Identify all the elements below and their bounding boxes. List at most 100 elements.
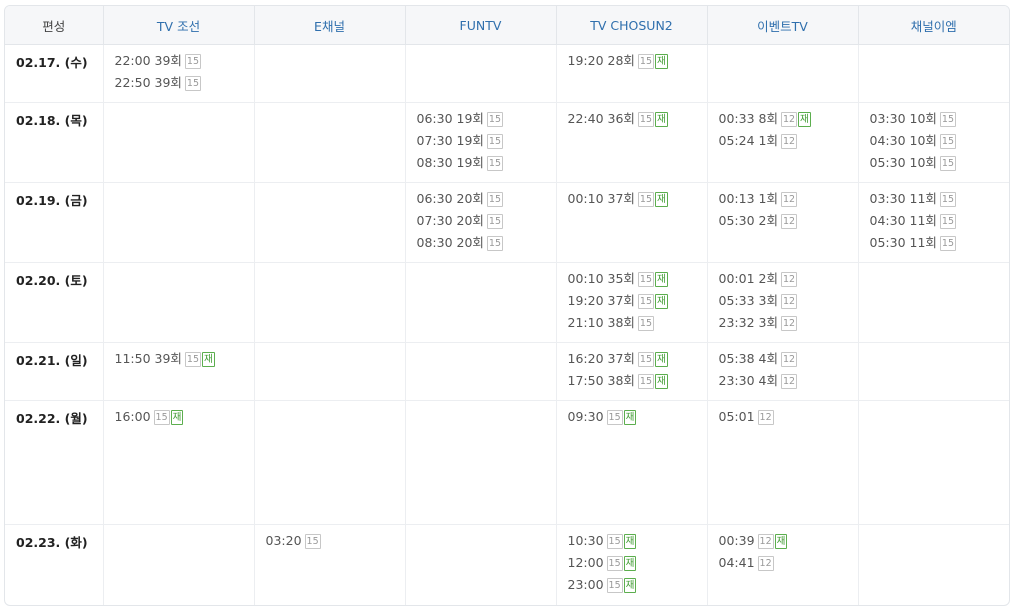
airing-entry[interactable]: 05:30 11회 15 <box>870 234 1010 256</box>
airing-entry[interactable]: 04:41 12 <box>719 554 858 576</box>
age-rating-badge: 12 <box>780 134 798 149</box>
airing-time-episode: 04:30 10회 <box>869 133 937 148</box>
age-rating-badge: 12 <box>780 316 798 331</box>
table-row: 02.19. (금) 06:30 20회 15 07:30 20회 15 08:30 20… <box>5 182 1010 263</box>
table-row: 02.17. (수) 22:00 39회 15 22:50 39회 15 19:20 28… <box>5 44 1009 103</box>
age-rating-badge: 12 <box>780 272 798 287</box>
airing-entry[interactable]: 05:33 3회 12 <box>719 292 858 314</box>
airing-entry[interactable]: 05:38 4회 12 <box>719 350 858 372</box>
airing-entry[interactable]: 22:00 39회 15 <box>115 52 254 74</box>
schedule-cell <box>253 400 405 525</box>
age-rating-badge: 15 <box>939 236 956 251</box>
schedule-cell: 19:20 28회 15 재 <box>555 44 707 103</box>
airing-entry[interactable]: 10:30 15 재 <box>568 532 707 554</box>
airing-entry[interactable]: 04:30 11회 15 <box>870 212 1010 234</box>
airing-time-episode: 08:30 19회 <box>416 155 484 170</box>
airing-entry[interactable]: 19:20 28회 15 재 <box>568 52 707 74</box>
schedule-cell: 09:30 15 재 <box>555 400 707 525</box>
age-rating-badge: 15 <box>939 192 956 207</box>
airing-entry[interactable]: 00:01 2회 12 <box>719 270 858 292</box>
airing-entry[interactable]: 12:00 15 재 <box>568 554 707 576</box>
channel-header[interactable]: 이벤트TV <box>706 6 858 45</box>
header-row: 편성 TV 조선 E채널 FUNTV TV CHOSUN2 이벤트TV 채널이엠 <box>5 6 1009 45</box>
schedule-cell: 06:30 20회 15 07:30 20회 15 08:30 20회 15 <box>404 182 556 263</box>
airing-entry[interactable]: 22:40 36회 15 재 <box>568 110 707 132</box>
airing-entry[interactable]: 11:50 39회 15 재 <box>115 350 254 372</box>
airing-entry[interactable]: 03:30 11회 15 <box>870 190 1010 212</box>
airing-entry[interactable]: 04:30 10회 15 <box>870 132 1010 154</box>
schedule-cell: 05:38 4회 12 23:30 4회 12 <box>706 342 858 401</box>
airing-entry[interactable]: 09:30 15 재 <box>568 408 707 430</box>
airing-time-episode: 05:33 3회 <box>718 293 778 308</box>
airing-entry[interactable]: 06:30 19회 15 <box>417 110 556 132</box>
airing-entry[interactable]: 23:32 3회 12 <box>719 314 858 336</box>
airing-entry[interactable]: 07:30 20회 15 <box>417 212 556 234</box>
airing-entry[interactable]: 05:24 1회 12 <box>719 132 858 154</box>
table-row: 02.22. (월) 16:00 15 재 09:30 15 재 05:01 12 <box>5 400 1009 525</box>
airing-entry[interactable]: 00:13 1회 12 <box>719 190 858 212</box>
schedule-cell <box>102 182 254 263</box>
rerun-badge: 재 <box>798 112 811 127</box>
airing-entry[interactable]: 07:30 19회 15 <box>417 132 556 154</box>
airing-entry[interactable]: 06:30 20회 15 <box>417 190 556 212</box>
airing-time-episode: 10:30 <box>567 533 604 548</box>
schedule-cell: 00:33 8회 12 재 05:24 1회 12 <box>706 102 858 183</box>
age-rating-badge: 15 <box>486 112 503 127</box>
airing-entry[interactable]: 03:20 15 <box>266 532 405 554</box>
age-rating-badge: 12 <box>780 352 798 367</box>
airing-entry[interactable]: 16:00 15 재 <box>115 408 254 430</box>
rerun-badge: 재 <box>655 294 668 309</box>
rerun-badge: 재 <box>623 410 637 425</box>
schedule-cell: 16:00 15 재 <box>102 400 254 525</box>
airing-entry[interactable]: 08:30 20회 15 <box>417 234 556 256</box>
airing-entry[interactable]: 23:30 4회 12 <box>719 372 858 394</box>
airing-time-episode: 05:01 <box>718 409 755 424</box>
date-cell: 02.22. (월) <box>5 400 103 525</box>
channel-header[interactable]: 채널이엠 <box>857 6 1009 45</box>
channel-header[interactable]: FUNTV <box>404 6 556 45</box>
airing-entry[interactable]: 22:50 39회 15 <box>115 74 254 96</box>
age-rating-badge: 15 <box>486 156 503 171</box>
airing-time-episode: 22:00 39회 <box>114 53 182 68</box>
airing-entry[interactable]: 05:30 2회 12 <box>719 212 858 234</box>
rerun-badge: 재 <box>623 578 637 593</box>
age-rating-badge: 15 <box>606 410 623 425</box>
airing-entry[interactable]: 05:01 12 <box>719 408 858 430</box>
airing-time-episode: 17:50 38회 <box>567 373 635 388</box>
airing-time-episode: 00:33 8회 <box>718 111 778 126</box>
rerun-badge: 재 <box>655 112 668 127</box>
channel-header[interactable]: TV CHOSUN2 <box>555 6 707 45</box>
age-rating-badge: 15 <box>637 316 654 331</box>
age-rating-badge: 15 <box>637 54 654 69</box>
schedule-cell <box>404 262 556 343</box>
channel-header[interactable]: E채널 <box>253 6 405 45</box>
airing-entry[interactable]: 23:00 15 재 <box>568 576 707 598</box>
schedule-cell: 03:20 15 <box>253 524 405 605</box>
age-rating-badge: 12 <box>780 374 798 389</box>
rerun-badge: 재 <box>655 352 668 367</box>
rerun-badge: 재 <box>655 272 668 287</box>
airing-entry[interactable]: 00:39 12 재 <box>719 532 858 554</box>
airing-entry[interactable]: 08:30 19회 15 <box>417 154 556 176</box>
airing-entry[interactable]: 19:20 37회 15 재 <box>568 292 707 314</box>
airing-entry[interactable]: 03:30 10회 15 <box>870 110 1010 132</box>
airing-entry[interactable]: 00:10 35회 15 재 <box>568 270 707 292</box>
rerun-badge: 재 <box>655 54 668 69</box>
schedule-cell <box>102 102 254 183</box>
age-rating-badge: 12 <box>757 534 774 549</box>
airing-entry[interactable]: 17:50 38회 15 재 <box>568 372 707 394</box>
schedule-cell: 10:30 15 재 12:00 15 재 23:00 15 재 <box>555 524 707 605</box>
schedule-cell <box>857 262 1009 343</box>
rerun-badge: 재 <box>655 374 668 389</box>
table-row: 02.21. (일) 11:50 39회 15 재 16:20 37회 15 재 17:50 … <box>5 342 1009 401</box>
airing-entry[interactable]: 00:10 37회 15 재 <box>568 190 707 212</box>
airing-entry[interactable]: 05:30 10회 15 <box>870 154 1010 176</box>
channel-header[interactable]: TV 조선 <box>102 6 254 45</box>
age-rating-badge: 15 <box>637 192 654 207</box>
airing-entry[interactable]: 21:10 38회 15 <box>568 314 707 336</box>
schedule-cell: 00:13 1회 12 05:30 2회 12 <box>706 182 858 263</box>
airing-entry[interactable]: 16:20 37회 15 재 <box>568 350 707 372</box>
airing-time-episode: 08:30 20회 <box>416 235 484 250</box>
schedule-cell: 05:01 12 <box>706 400 858 525</box>
airing-entry[interactable]: 00:33 8회 12 재 <box>719 110 858 132</box>
